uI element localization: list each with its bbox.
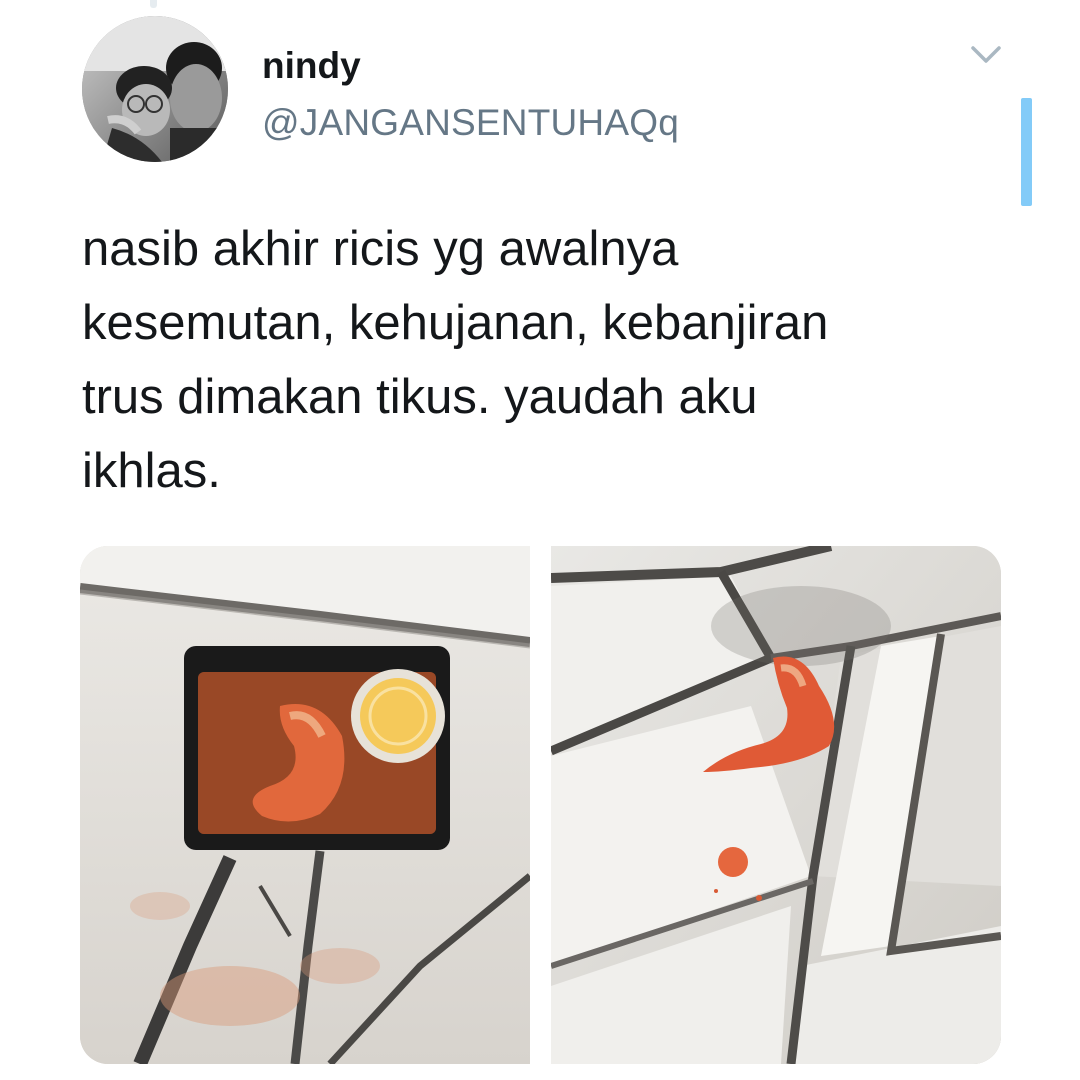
author-display-name[interactable]: nindy <box>262 44 361 88</box>
thread-connector-line <box>150 0 157 8</box>
food-box-photo <box>80 546 530 1064</box>
tweet-photo-2[interactable] <box>551 546 1001 1064</box>
tweet-text: nasib akhir ricis yg awalnya kesemutan, … <box>82 222 829 498</box>
avatar-photo <box>82 16 228 162</box>
chevron-down-icon[interactable] <box>968 42 1004 68</box>
author-handle[interactable]: @JANGANSENTUHAQq <box>262 101 679 145</box>
avatar[interactable] <box>82 16 228 162</box>
tweet-photo-1[interactable] <box>80 546 530 1064</box>
chicken-floor-photo <box>551 546 1001 1064</box>
scroll-indicator[interactable] <box>1021 98 1032 206</box>
